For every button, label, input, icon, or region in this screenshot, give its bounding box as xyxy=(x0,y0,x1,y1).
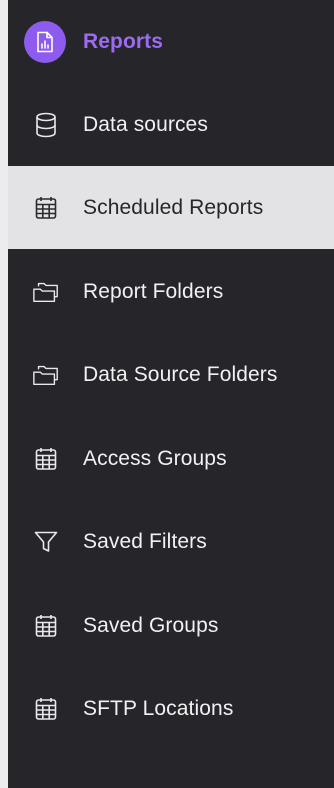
sidebar-item-reports[interactable]: Reports xyxy=(8,0,334,83)
report-icon xyxy=(24,20,66,63)
calendar-icon xyxy=(32,695,60,723)
sidebar-item-label: Saved Filters xyxy=(83,529,207,553)
sidebar-item-sftp-locations[interactable]: SFTP Locations xyxy=(8,667,334,750)
sidebar-item-access-groups[interactable]: Access Groups xyxy=(8,417,334,500)
background-app-edge xyxy=(0,0,8,788)
calendar-icon xyxy=(32,194,60,222)
sidebar-item-label: Saved Groups xyxy=(83,613,219,637)
database-icon xyxy=(32,111,60,139)
sidebar-item-label: Reports xyxy=(83,29,164,53)
sidebar-item-data-sources[interactable]: Data sources xyxy=(8,83,334,166)
sidebar-item-data-source-folders[interactable]: Data Source Folders xyxy=(8,333,334,416)
calendar-icon xyxy=(32,445,60,473)
sidebar-item-label: Report Folders xyxy=(83,279,224,303)
sidebar-item-saved-groups[interactable]: Saved Groups xyxy=(8,584,334,667)
sidebar-nav: Reports Data sources Scheduled Reports R… xyxy=(8,0,334,788)
sidebar-item-report-folders[interactable]: Report Folders xyxy=(8,250,334,333)
sidebar-item-label: Data Source Folders xyxy=(83,362,278,386)
sidebar-item-saved-filters[interactable]: Saved Filters xyxy=(8,500,334,583)
folders-icon xyxy=(32,278,60,306)
sidebar-item-label: SFTP Locations xyxy=(83,696,234,720)
sidebar-item-label: Scheduled Reports xyxy=(83,195,264,219)
sidebar-item-label: Access Groups xyxy=(83,446,227,470)
folders-icon xyxy=(32,361,60,389)
filter-icon xyxy=(32,528,60,556)
sidebar-item-label: Data sources xyxy=(83,112,208,136)
calendar-icon xyxy=(32,612,60,640)
sidebar-item-scheduled-reports[interactable]: Scheduled Reports xyxy=(8,166,334,249)
